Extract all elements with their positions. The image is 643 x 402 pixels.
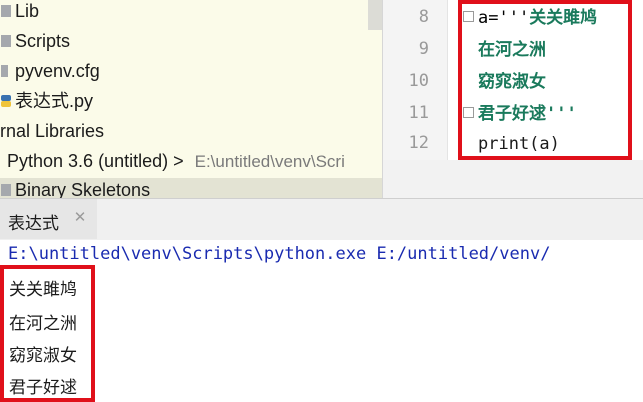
line-number: 8	[418, 7, 429, 27]
tree-item-external-libraries[interactable]: rnal Libraries	[0, 116, 104, 146]
tree-item-biaodashi[interactable]: 表达式.py	[0, 86, 93, 116]
tree-item-binary-skeletons[interactable]: Binary Skeletons	[0, 175, 150, 198]
line-number: 11	[408, 103, 429, 123]
folder-icon	[1, 5, 11, 17]
tree-item-pyvenv[interactable]: pyvenv.cfg	[0, 56, 100, 86]
editor-highlight-box	[458, 0, 632, 160]
line-number: 9	[418, 39, 429, 59]
python-file-icon	[1, 95, 11, 107]
tree-item-label: rnal Libraries	[0, 121, 105, 141]
tree-item-label: Python 3.6 (untitled) >	[7, 151, 184, 171]
console-command-line: E:\untitled\venv\Scripts\python.exe E:/u…	[8, 244, 551, 264]
project-tree: Lib Scripts pyvenv.cfg 表达式.py rnal Libra…	[0, 0, 382, 198]
tab-label: 表达式	[8, 214, 59, 233]
tree-item-scripts[interactable]: Scripts	[0, 26, 70, 56]
tree-item-lib[interactable]: Lib	[0, 0, 39, 26]
tree-item-label: pyvenv.cfg	[15, 61, 100, 81]
folder-icon	[1, 35, 11, 47]
tree-item-label: Lib	[15, 1, 40, 21]
tree-scrollbar[interactable]	[368, 0, 382, 30]
close-icon[interactable]: ✕	[73, 210, 87, 225]
file-icon	[1, 65, 8, 77]
folder-icon	[1, 184, 11, 196]
tree-item-label: 表达式.py	[15, 91, 94, 111]
tree-item-python-sdk[interactable]: Python 3.6 (untitled) > E:\untitled\venv…	[0, 146, 345, 176]
run-panel-header: 表达式 ✕	[0, 198, 643, 240]
line-number: 10	[408, 71, 429, 91]
tree-item-label: Scripts	[15, 31, 71, 51]
run-console[interactable]	[0, 240, 643, 402]
tree-item-label: Binary Skeletons	[15, 180, 151, 198]
sdk-path-hint: E:\untitled\venv\Scri	[194, 152, 345, 171]
output-highlight-box	[0, 265, 95, 402]
line-number: 12	[408, 133, 429, 153]
editor-empty-area	[383, 160, 643, 198]
tab-run-biaodashi[interactable]: 表达式 ✕	[0, 199, 97, 239]
